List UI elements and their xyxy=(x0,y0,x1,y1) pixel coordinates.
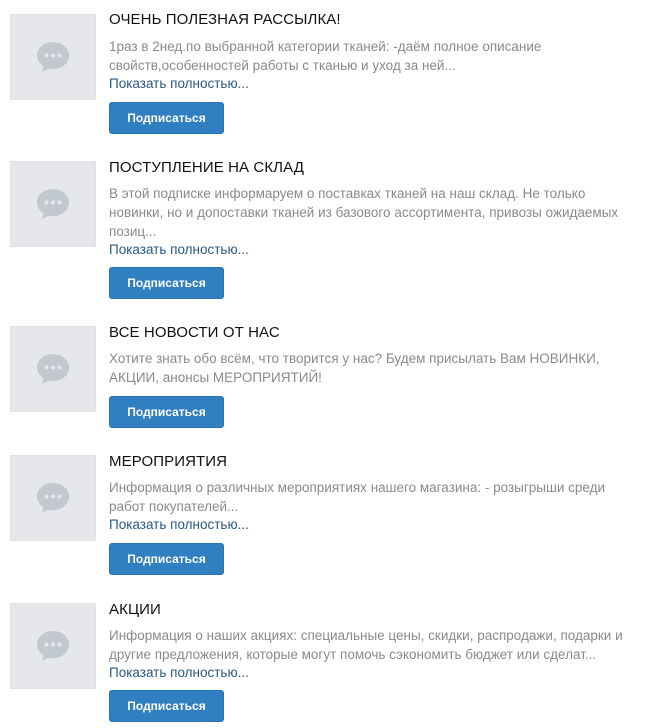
subscription-title: МЕРОПРИЯТИЯ xyxy=(109,453,228,470)
chat-bubble-icon xyxy=(35,352,71,386)
show-more-link[interactable]: Показать полностью... xyxy=(109,241,249,258)
subscription-description: В этой подписке информаруем о поставках … xyxy=(109,186,619,239)
subscription-description: 1раз в 2нед.по выбранной категории ткане… xyxy=(109,39,542,73)
subscribe-button[interactable]: Подписаться xyxy=(109,396,224,428)
subscription-description: Информация о наших акциях: специальные ц… xyxy=(109,628,623,662)
subscription-description: Информация о различных мероприятиях наше… xyxy=(109,480,605,514)
chat-bubble-icon xyxy=(35,481,71,515)
subscription-avatar xyxy=(10,455,96,541)
subscribe-button[interactable]: Подписаться xyxy=(109,267,224,299)
subscription-title: ОЧЕНЬ ПОЛЕЗНАЯ РАССЫЛКА! xyxy=(109,11,341,28)
show-more-link[interactable]: Показать полностью... xyxy=(109,75,249,92)
subscription-avatar xyxy=(10,603,96,689)
subscription-avatar xyxy=(10,161,96,247)
subscribe-button[interactable]: Подписаться xyxy=(109,102,224,134)
show-more-link[interactable]: Показать полностью... xyxy=(109,664,249,681)
subscription-title: ВСЕ НОВОСТИ ОТ НАС xyxy=(109,324,280,341)
show-more-link[interactable]: Показать полностью... xyxy=(109,516,249,533)
chat-bubble-icon xyxy=(35,187,71,221)
chat-bubble-icon xyxy=(35,629,71,663)
chat-bubble-icon xyxy=(35,40,71,74)
subscribe-button[interactable]: Подписаться xyxy=(109,690,224,722)
subscribe-button[interactable]: Подписаться xyxy=(109,543,224,575)
subscription-avatar xyxy=(10,326,96,412)
subscription-avatar xyxy=(10,14,96,100)
subscription-description: Хотите знать обо всём, что творится у на… xyxy=(109,351,600,385)
subscription-title: АКЦИИ xyxy=(109,601,161,618)
subscription-title: ПОСТУПЛЕНИЕ НА СКЛАД xyxy=(109,159,304,176)
